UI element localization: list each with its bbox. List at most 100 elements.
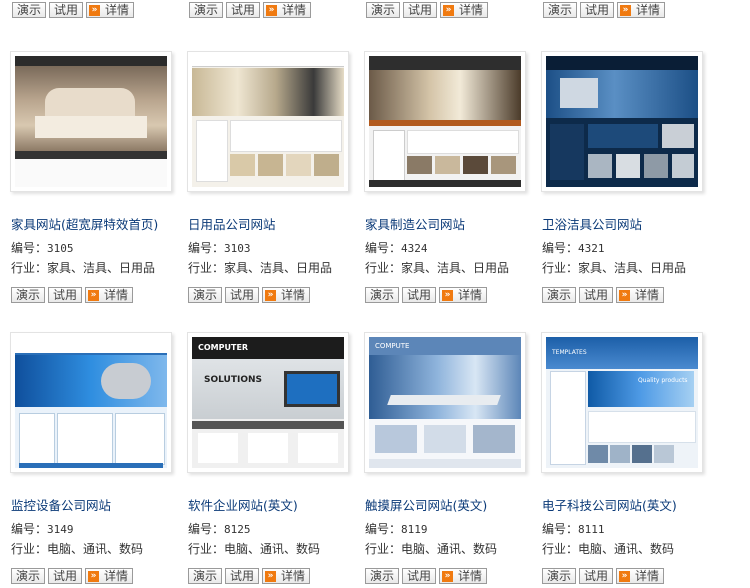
details-button[interactable]: » 详情 [616, 287, 665, 303]
double-chevron-icon: » [266, 4, 278, 16]
demo-button[interactable]: 演示 [11, 287, 46, 303]
double-chevron-icon: » [620, 4, 632, 16]
product-industry: 行业：电脑、通讯、数码 [188, 542, 321, 556]
thumbnail-image [369, 56, 521, 187]
product-title[interactable]: 日用品公司网站 [188, 214, 276, 233]
double-chevron-icon: » [443, 4, 455, 16]
product-title[interactable]: 软件企业网站(英文) [188, 495, 298, 514]
details-button[interactable]: » 详情 [617, 2, 666, 18]
trial-button[interactable]: 试用 [579, 287, 614, 303]
double-chevron-icon: » [88, 289, 100, 301]
product-code: 编号：4321 [542, 241, 605, 255]
details-button[interactable]: » 详情 [86, 2, 135, 18]
thumbnail-frame[interactable] [10, 332, 172, 473]
thumbnail-logo-text: COMPUTE [375, 342, 410, 350]
product-industry: 行业：家具、洁具、日用品 [188, 261, 333, 275]
action-buttons: 演示 试用 » 详情 [366, 2, 489, 18]
trial-button[interactable]: 试用 [48, 287, 83, 303]
trial-button[interactable]: 试用 [580, 2, 615, 18]
trial-button[interactable]: 试用 [226, 2, 261, 18]
product-industry: 行业：家具、洁具、日用品 [542, 261, 687, 275]
details-button[interactable]: » 详情 [263, 2, 312, 18]
product-industry: 行业：电脑、通讯、数码 [542, 542, 675, 556]
thumbnail-image: TEMPLATES Quality products [546, 337, 698, 468]
action-buttons: 演示 试用 » 详情 [188, 568, 311, 584]
product-code: 编号：8119 [365, 522, 428, 536]
thumbnail-image [15, 337, 167, 468]
product-title[interactable]: 卫浴洁具公司网站 [542, 214, 642, 233]
trial-button[interactable]: 试用 [403, 2, 438, 18]
details-button[interactable]: » 详情 [439, 568, 488, 584]
details-button[interactable]: » 详情 [616, 568, 665, 584]
product-title[interactable]: 电子科技公司网站(英文) [542, 495, 677, 514]
trial-button[interactable]: 试用 [225, 568, 260, 584]
product-code: 编号：3105 [11, 241, 74, 255]
thumbnail-heading-text: SOLUTIONS [204, 375, 263, 385]
thumbnail-image [546, 56, 698, 187]
action-buttons: 演示 试用 » 详情 [189, 2, 312, 18]
action-buttons: 演示 试用 » 详情 [542, 568, 665, 584]
details-button[interactable]: » 详情 [262, 568, 311, 584]
double-chevron-icon: » [265, 289, 277, 301]
details-button[interactable]: » 详情 [85, 287, 134, 303]
product-code: 编号：3149 [11, 522, 74, 536]
thumbnail-frame[interactable] [364, 51, 526, 192]
action-buttons: 演示 试用 » 详情 [188, 287, 311, 303]
demo-button[interactable]: 演示 [189, 2, 224, 18]
trial-button[interactable]: 试用 [579, 568, 614, 584]
demo-button[interactable]: 演示 [12, 2, 47, 18]
details-button[interactable]: » 详情 [439, 287, 488, 303]
double-chevron-icon: » [88, 570, 100, 582]
trial-button[interactable]: 试用 [402, 568, 437, 584]
product-code: 编号：3103 [188, 241, 251, 255]
product-industry: 行业：家具、洁具、日用品 [365, 261, 510, 275]
demo-button[interactable]: 演示 [365, 568, 400, 584]
product-title[interactable]: 监控设备公司网站 [11, 495, 111, 514]
action-buttons: 演示 试用 » 详情 [542, 287, 665, 303]
product-code: 编号：4324 [365, 241, 428, 255]
trial-button[interactable]: 试用 [402, 287, 437, 303]
demo-button[interactable]: 演示 [188, 568, 223, 584]
action-buttons: 演示 试用 » 详情 [12, 2, 135, 18]
details-button[interactable]: » 详情 [262, 287, 311, 303]
action-buttons: 演示 试用 » 详情 [11, 568, 134, 584]
product-title[interactable]: 家具制造公司网站 [365, 214, 465, 233]
trial-button[interactable]: 试用 [49, 2, 84, 18]
double-chevron-icon: » [619, 570, 631, 582]
action-buttons: 演示 试用 » 详情 [11, 287, 134, 303]
product-title[interactable]: 触摸屏公司网站(英文) [365, 495, 487, 514]
demo-button[interactable]: 演示 [11, 568, 46, 584]
double-chevron-icon: » [442, 570, 454, 582]
thumbnail-frame[interactable]: COMPUTER SOLUTIONS [187, 332, 349, 473]
thumbnail-frame[interactable]: TEMPLATES Quality products [541, 332, 703, 473]
double-chevron-icon: » [89, 4, 101, 16]
trial-button[interactable]: 试用 [225, 287, 260, 303]
thumbnail-image: COMPUTER SOLUTIONS [192, 337, 344, 468]
product-industry: 行业：家具、洁具、日用品 [11, 261, 156, 275]
thumbnail-frame[interactable] [10, 51, 172, 192]
action-buttons: 演示 试用 » 详情 [365, 568, 488, 584]
demo-button[interactable]: 演示 [188, 287, 223, 303]
thumbnail-frame[interactable] [541, 51, 703, 192]
demo-button[interactable]: 演示 [543, 2, 578, 18]
action-buttons: 演示 试用 » 详情 [543, 2, 666, 18]
details-button[interactable]: » 详情 [440, 2, 489, 18]
trial-button[interactable]: 试用 [48, 568, 83, 584]
thumbnail-image [15, 56, 167, 187]
thumbnail-heading-text: Quality products [638, 377, 688, 384]
double-chevron-icon: » [619, 289, 631, 301]
thumbnail-logo-text: TEMPLATES [552, 349, 587, 356]
thumbnail-logo-text: COMPUTER [198, 343, 249, 352]
demo-button[interactable]: 演示 [366, 2, 401, 18]
double-chevron-icon: » [265, 570, 277, 582]
demo-button[interactable]: 演示 [542, 287, 577, 303]
demo-button[interactable]: 演示 [542, 568, 577, 584]
demo-button[interactable]: 演示 [365, 287, 400, 303]
thumbnail-frame[interactable] [187, 51, 349, 192]
product-code: 编号：8125 [188, 522, 251, 536]
thumbnail-frame[interactable]: COMPUTE [364, 332, 526, 473]
details-button[interactable]: » 详情 [85, 568, 134, 584]
product-title[interactable]: 家具网站(超宽屏特效首页) [11, 214, 158, 233]
product-industry: 行业：电脑、通讯、数码 [365, 542, 498, 556]
thumbnail-image [192, 56, 344, 187]
